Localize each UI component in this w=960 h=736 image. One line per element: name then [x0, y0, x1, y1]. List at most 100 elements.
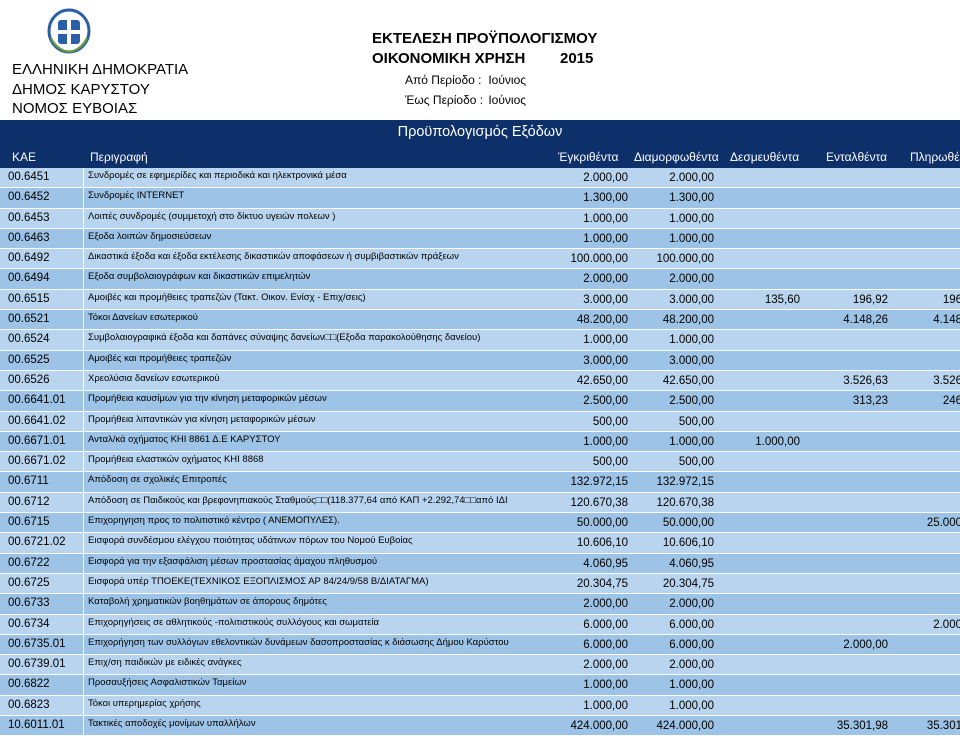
row-description: Λοιπές συνδρομές (συμμετοχή στο δίκτυο υ… — [88, 210, 336, 222]
row-description: Προσαυξήσεις Ασφαλιστικών Ταμείων — [88, 677, 247, 689]
table-row: 00.6715 Επιχορηγηση προς το πολιτιστικό κ… — [0, 513, 960, 534]
row-code: 00.6722 — [0, 553, 84, 573]
row-paid: 2.000 — [933, 618, 960, 631]
row-approved: 3.000,00 — [583, 293, 628, 306]
row-committed: 135,60 — [764, 293, 800, 306]
row-code: 00.6451 — [0, 168, 84, 188]
row-description: Εξοδα συμβολαιογράφων και δικαστικών επι… — [88, 271, 311, 283]
row-description: Τόκοι Δανείων εσωτερικού — [88, 312, 198, 324]
row-code: 00.6822 — [0, 675, 84, 695]
table-row: 00.6823 Τόκοι υπερημερίας χρήσης 1.000,00 1… — [0, 695, 960, 717]
row-approved: 500,00 — [592, 456, 628, 469]
row-approved: 100.000,00 — [570, 253, 628, 266]
row-revised: 1.300,00 — [669, 192, 714, 205]
row-approved: 42.650,00 — [576, 374, 628, 387]
period-to: Έως Περίοδο : Ιούνιος — [372, 90, 597, 110]
table-row: 00.6739.01 Επιχ/ση παιδικών με ειδικές αν… — [0, 655, 960, 676]
row-approved: 4.060,95 — [583, 557, 628, 570]
row-code: 00.6641.01 — [0, 391, 84, 411]
row-revised: 3.000,00 — [669, 354, 714, 367]
row-approved: 1.000,00 — [583, 435, 628, 448]
table-header: ΚΑΕ Περιγραφή Έγκριθέντα Διαμορφωθέντα Δ… — [0, 146, 960, 168]
row-approved: 2.000,00 — [583, 172, 628, 184]
row-approved: 424.000,00 — [570, 720, 628, 733]
row-paid-order: 35.301,98 — [836, 720, 888, 733]
row-code: 00.6524 — [0, 330, 84, 350]
report-title: ΕΚΤΕΛΕΣΗ ΠΡΟΫΠΟΛΟΓΙΣΜΟΥ — [372, 30, 598, 47]
budget-table-body: 00.6451 Συνδρομές σε εφημερίδες και περιο… — [0, 168, 960, 736]
table-row: 00.6671.02 Προμήθεια ελαστικών οχήματος Κ… — [0, 452, 960, 473]
row-code: 00.6735.01 — [0, 634, 84, 655]
row-description: Αμοιβές και προμήθειες τραπεζών (Τακτ. Ο… — [88, 291, 366, 303]
row-approved: 2.500,00 — [583, 395, 628, 408]
row-description: Τόκοι υπερημερίας χρήσης — [88, 697, 201, 709]
row-approved: 132.972,15 — [570, 476, 628, 489]
row-paid-order: 313,23 — [852, 395, 888, 408]
row-approved: 20.304,75 — [576, 577, 628, 590]
row-approved: 1.000,00 — [583, 212, 628, 225]
period-from-value: Ιούνιος — [488, 73, 527, 87]
row-description: Ανταλ/κά οχήματος ΚΗΙ 8861 Δ.Ε ΚΑΡΥΣΤΟΥ — [88, 433, 281, 445]
row-revised: 132.972,15 — [656, 476, 714, 489]
row-description: Εισφορά συνδέσμου ελέγχου ποιότητας υδάτ… — [88, 535, 413, 547]
table-row: 00.6671.01 Ανταλ/κά οχήματος ΚΗΙ 8861 Δ.Ε… — [0, 431, 960, 453]
row-revised: 50.000,00 — [662, 517, 714, 530]
row-revised: 2.000,00 — [669, 172, 714, 184]
row-code: 00.6492 — [0, 249, 84, 269]
report-title-block: ΕΚΤΕΛΕΣΗ ΠΡΟΫΠΟΛΟΓΙΣΜΟΥ ΟΙΚΟΝΟΜΙΚΗ ΧΡΗΣΗ… — [372, 30, 597, 110]
row-revised: 10.606,10 — [662, 537, 714, 550]
table-row: 00.6641.02 Προμήθεια λιπαντικών για κίνησ… — [0, 411, 960, 432]
org-line-prefecture: ΝΟΜΟΣ ΕΥΒΟΙΑΣ — [12, 100, 138, 117]
row-revised: 20.304,75 — [662, 577, 714, 590]
row-approved: 1.300,00 — [583, 192, 628, 205]
row-revised: 424.000,00 — [656, 720, 714, 733]
row-description: Συνδρομές INTERNET — [88, 190, 185, 202]
row-paid-order: 3.526,63 — [843, 374, 888, 387]
table-row: 00.6711 Απόδοση σε σχολικές Επιτροπές 132.… — [0, 472, 960, 493]
table-row: 00.6492 Δικαστικά έξοδα και έξοδα εκτέλεσ… — [0, 249, 960, 270]
row-approved: 48.200,00 — [576, 314, 628, 327]
row-description: Απόδοση σε Παιδικούς και βρεφονηπιακούς … — [88, 494, 508, 506]
row-code: 00.6463 — [0, 228, 84, 249]
row-code: 00.6733 — [0, 594, 84, 614]
table-row: 00.6452 Συνδρομές INTERNET 1.300,00 1.300,0… — [0, 188, 960, 209]
row-code: 00.6494 — [0, 269, 84, 289]
row-code: 00.6711 — [0, 472, 84, 492]
row-code: 00.6526 — [0, 370, 84, 391]
table-row: 00.6725 Εισφορά υπέρ ΤΠΟΕΚΕ(ΤΕΧΝΙΚΟΣ ΕΞΟΠ… — [0, 573, 960, 595]
row-approved: 10.606,10 — [576, 537, 628, 550]
row-code: 00.6712 — [0, 492, 84, 513]
row-paid: 196 — [942, 293, 960, 306]
table-row: 00.6525 Αμοιβές και προμήθειες τραπεζών 3.… — [0, 350, 960, 371]
row-approved: 2.000,00 — [583, 659, 628, 672]
col-header-paid: Πληρωθέ — [910, 150, 960, 164]
org-line-municipality: ΔΗΜΟΣ ΚΑΡΥΣΤΟΥ — [12, 80, 150, 98]
row-description: Επιχορηγηση προς το πολιτιστικό κέντρο (… — [88, 515, 340, 527]
row-approved: 1.000,00 — [583, 679, 628, 692]
row-approved: 500,00 — [592, 415, 628, 428]
table-row: 00.6735.01 Επιχορήγηση των συλλόγων εθελο… — [0, 634, 960, 656]
row-code: 10.6011.01 — [0, 716, 84, 736]
section-title: Προϋπολογισμός Εξόδων — [397, 124, 563, 140]
table-row: 00.6822 Προσαυξήσεις Ασφαλιστικών Ταμείων… — [0, 675, 960, 696]
row-paid-order: 4.148,26 — [843, 314, 888, 327]
row-description: Χρεολύσια δανείων εσωτερικού — [88, 372, 220, 384]
row-revised: 1.000,00 — [669, 212, 714, 225]
row-paid: 3.526 — [933, 374, 960, 387]
row-revised: 4.060,95 — [669, 557, 714, 570]
row-revised: 500,00 — [678, 456, 714, 469]
row-approved: 2.000,00 — [583, 273, 628, 286]
row-code: 00.6715 — [0, 513, 84, 533]
col-header-description: Περιγραφή — [90, 150, 148, 164]
table-row: 00.6712 Απόδοση σε Παιδικούς και βρεφονηπ… — [0, 492, 960, 514]
col-header-paid-order: Ενταλθέντα — [826, 150, 888, 164]
row-code: 00.6641.02 — [0, 411, 84, 431]
col-header-approved: Έγκριθέντα — [558, 150, 619, 164]
row-approved: 1.000,00 — [583, 699, 628, 712]
greek-coat-of-arms-icon — [47, 8, 91, 54]
table-row: 00.6515 Αμοιβές και προμήθειες τραπεζών (… — [0, 289, 960, 311]
org-line-country: ΕΛΛΗΝΙΚΗ ΔΗΜΟΚΡΑΤΙΑ — [12, 61, 189, 78]
fiscal-year-label: ΟΙΚΟΝΟΜΙΚΗ ΧΡΗΣΗ — [372, 50, 526, 67]
row-revised: 48.200,00 — [662, 314, 714, 327]
col-header-code: ΚΑΕ — [12, 150, 37, 164]
